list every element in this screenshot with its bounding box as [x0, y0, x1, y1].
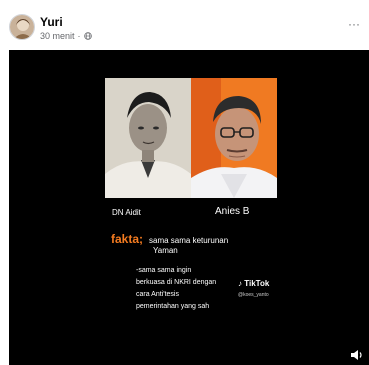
- video-player[interactable]: DN Aidit Anies B fakta; sama sama keturu…: [9, 50, 369, 365]
- fakta-label: fakta;: [111, 232, 144, 246]
- more-options-button[interactable]: ···: [345, 18, 363, 32]
- photo-anies-b: [191, 78, 277, 198]
- post-time[interactable]: 30 menit: [40, 31, 75, 41]
- tiktok-username: @koes_yanto: [238, 292, 269, 298]
- post-meta: 30 menit ·: [40, 31, 92, 41]
- avatar-image: [10, 15, 34, 39]
- author-name[interactable]: Yuri: [40, 15, 63, 29]
- photo-dn-aidit: [105, 78, 191, 198]
- description-line: pemerintahan yang sah: [136, 303, 210, 310]
- description-line: -sama sama ingin: [136, 267, 192, 274]
- globe-icon: [83, 32, 92, 40]
- portrait-right-image: [191, 78, 277, 198]
- fakta-row: fakta; sama sama keturunan: [111, 232, 228, 247]
- post-card: Yuri 30 menit · ··· DN Aidit Anies B fak…: [0, 0, 369, 365]
- portrait-left-image: [105, 78, 191, 198]
- caption-left: DN Aidit: [112, 208, 141, 217]
- tiktok-label: TikTok: [244, 279, 270, 288]
- fakta-line-2: Yaman: [153, 246, 178, 255]
- meta-dot: ·: [77, 31, 81, 41]
- caption-right: Anies B: [215, 206, 250, 217]
- post-header: Yuri 30 menit · ···: [0, 0, 369, 46]
- volume-icon[interactable]: [350, 349, 364, 361]
- tiktok-watermark: ♪ TikTok: [238, 279, 269, 288]
- avatar[interactable]: [9, 14, 35, 40]
- description-block: -sama sama ingin berkuasa di NKRI dengan…: [136, 265, 286, 313]
- tiktok-icon: ♪: [238, 279, 242, 288]
